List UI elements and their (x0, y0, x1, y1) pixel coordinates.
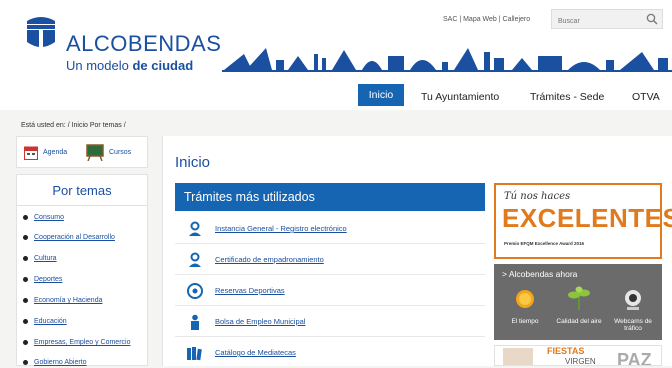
divider (17, 205, 147, 206)
topic-link[interactable]: Cultura (23, 255, 57, 262)
fiestas-thumbnail (503, 348, 533, 365)
tramite-label[interactable]: Certificado de empadronamiento (215, 255, 324, 264)
air-quality-label: Calidad del aire (556, 318, 602, 325)
topic-link[interactable]: Economía y Hacienda (23, 297, 102, 304)
topics-title: Por temas (52, 183, 112, 198)
topics-sidebar: Por temas Consumo Cooperación al Desarro… (16, 174, 148, 366)
page-title: Inicio (175, 154, 211, 171)
city-skyline-illustration (222, 48, 672, 72)
search-box (551, 9, 663, 31)
search-input[interactable] (552, 12, 646, 31)
topic-link[interactable]: Consumo (23, 214, 64, 221)
topic-link[interactable]: Cooperación al Desarrollo (23, 234, 115, 241)
blackboard-icon[interactable] (86, 144, 104, 161)
sun-icon (516, 290, 534, 308)
breadcrumb[interactable]: Está usted en: / Inicio Por temas / (21, 122, 126, 129)
webcam-icon (625, 290, 641, 310)
agenda-link[interactable]: Agenda (43, 149, 67, 156)
fiestas-subtitle: VIRGEN (565, 357, 596, 366)
brand-name[interactable]: ALCOBENDAS (66, 31, 221, 57)
nav-tab-inicio[interactable]: Inicio (358, 84, 404, 106)
person-icon (189, 221, 201, 236)
tramite-label[interactable]: Catálogo de Mediatecas (215, 348, 296, 357)
excelentes-banner[interactable]: Tú nos haces EXCELENTES Premio EFQM Exce… (494, 183, 672, 259)
tramite-item[interactable]: Catálogo de Mediatecas (175, 338, 485, 368)
cursos-link[interactable]: Cursos (109, 149, 131, 156)
tramite-label[interactable]: Reservas Deportivas (215, 286, 285, 295)
topic-link[interactable]: Empresas, Empleo y Comercio (23, 339, 130, 346)
quick-links-box: Agenda Cursos (16, 136, 148, 168)
panel-title: > Alcobendas ahora (502, 269, 578, 279)
bullet-icon (23, 255, 28, 261)
ball-icon (187, 283, 203, 299)
banner-caption: Premio EFQM Excellence Award 2016 (504, 241, 585, 246)
tramite-label[interactable]: Bolsa de Empleo Municipal (215, 317, 305, 326)
bullet-icon (23, 234, 28, 240)
tramite-item[interactable]: Bolsa de Empleo Municipal (175, 307, 485, 337)
fiestas-title: FIESTAS (547, 346, 585, 356)
tramite-item[interactable]: Instancia General - Registro electrónico (175, 214, 485, 244)
tramite-item[interactable]: Certificado de empadronamiento (175, 245, 485, 275)
calendar-icon[interactable] (24, 145, 38, 160)
weather-label: El tiempo (511, 318, 539, 325)
nav-tab-otva[interactable]: OTVA (632, 87, 660, 107)
tramites-header: Trámites más utilizados (175, 183, 485, 211)
topic-link[interactable]: Deportes (23, 276, 62, 283)
brand-tagline: Un modelo de ciudad (66, 58, 194, 73)
search-icon[interactable] (646, 13, 658, 25)
air-quality-link[interactable]: Calidad del aire (552, 286, 606, 336)
tramite-item[interactable]: Reservas Deportivas (175, 276, 485, 306)
bullet-icon (23, 318, 28, 324)
bullet-icon (23, 214, 28, 220)
site-header: ALCOBENDAS Un modelo de ciudad SAC | Map… (0, 0, 672, 110)
topic-link[interactable]: Gobierno Abierto (23, 359, 87, 366)
bullet-icon (23, 339, 28, 345)
plant-icon (568, 286, 590, 310)
nav-tab-ayuntamiento[interactable]: Tu Ayuntamiento (421, 87, 499, 107)
tramite-label[interactable]: Instancia General - Registro electrónico (215, 224, 347, 233)
bullet-icon (23, 276, 28, 282)
top-utility-links[interactable]: SAC | Mapa Web | Callejero (443, 16, 530, 23)
fiestas-word-paz: PAZ (617, 350, 652, 366)
webcams-label: Webcams de tráfico (614, 318, 652, 332)
weather-link[interactable]: El tiempo (498, 286, 552, 336)
fiestas-banner[interactable]: FIESTAS VIRGEN PAZ (494, 345, 662, 366)
bullet-icon (23, 297, 28, 303)
person-icon (189, 252, 201, 267)
banner-headline: EXCELENTES (502, 203, 672, 233)
alcobendas-ahora-panel: > Alcobendas ahora El tiempo Calidad del… (494, 264, 662, 340)
nav-tab-tramites[interactable]: Trámites - Sede (530, 87, 604, 107)
webcams-link[interactable]: Webcams de tráfico (606, 286, 660, 336)
bullet-icon (23, 359, 28, 365)
topic-link[interactable]: Educación (23, 318, 67, 325)
banner-kicker: Tú nos haces (504, 191, 571, 202)
books-icon (187, 347, 202, 361)
coat-of-arms-logo[interactable] (24, 12, 58, 52)
worker-icon (191, 314, 199, 330)
